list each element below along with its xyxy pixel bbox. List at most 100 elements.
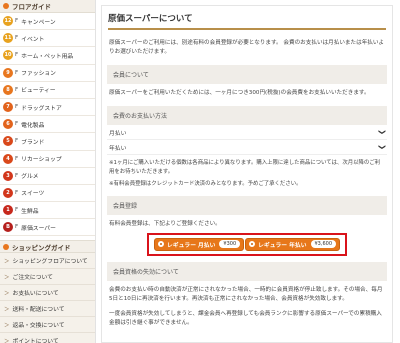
floor-number-badge: 7	[3, 102, 13, 113]
chevron-down-icon: ❯	[378, 144, 387, 150]
floor-item[interactable]: 6 F 電化製品	[0, 116, 95, 134]
membership-text: 原価スーパーをご利用いただくためには、一ヶ月につき300円(税抜)の会員費をお支…	[109, 90, 370, 96]
floor-suffix: F	[15, 35, 19, 42]
lapse-text-2: 一度会員資格が失効してしまうと、課金会員へ再登録しても会員ランクに影響する原価ス…	[109, 310, 382, 326]
chevron-right-icon: ＞	[4, 258, 10, 265]
shopping-guide-label: 送料・配送について	[12, 307, 65, 314]
shopping-guide-item[interactable]: ＞ショッピングフロアについて	[0, 253, 95, 270]
floor-item[interactable]: 11 F イベント	[0, 30, 95, 48]
floor-number-badge: 12	[3, 16, 13, 27]
floor-label: ホーム・ペット用品	[21, 53, 74, 60]
plan-label: レギュラー 年払い	[258, 242, 307, 249]
floor-label: ドラッグストア	[21, 105, 62, 112]
floor-guide-header: フロアガイド	[0, 0, 95, 13]
register-section-header: 会員登録	[107, 195, 387, 215]
credit-card-note: ※有料会員登録はクレジットカード決済のみとなります。予めご了承ください。	[109, 181, 302, 187]
yearly-accordion[interactable]: 年払い ❯	[107, 140, 387, 155]
floor-label: グルメ	[21, 174, 39, 181]
purchase-limit-note: ※1ヶ月にご購入いただける個数は各商品により異なります。購入上限に達した商品につ…	[109, 160, 381, 175]
floor-label: ブランド	[21, 139, 45, 146]
floor-item[interactable]: B F 原価スーパー	[0, 219, 95, 237]
floor-label: リカーショップ	[21, 157, 62, 164]
intro-text: 原価スーパーのご利用には、別途有料の会員登録が必要となります。 会費のお支払いは…	[109, 40, 384, 55]
floor-label: 電化製品	[21, 122, 45, 129]
floor-item[interactable]: 10 F ホーム・ペット用品	[0, 47, 95, 65]
plan-selection-box: レギュラー 月払い ¥300 レギュラー 年払い ¥3,600	[147, 232, 347, 256]
price-badge: ¥300	[219, 240, 241, 248]
floor-number-badge: 11	[3, 33, 13, 44]
floor-suffix: F	[15, 224, 19, 231]
yearly-label: 年払い	[109, 145, 127, 152]
floor-suffix: F	[15, 18, 19, 25]
shopping-guide-label: ご注文について	[12, 275, 53, 282]
floor-number-badge: 2	[3, 187, 13, 198]
shopping-guide-header: ショッピングガイド	[0, 240, 95, 254]
floor-list: 12 F キャンペーン 11 F イベント 10 F ホーム・ペット用品 9 F ファッション 8 F ビュ…	[0, 13, 95, 237]
floor-item[interactable]: 4 F リカーショップ	[0, 150, 95, 168]
sidebar: フロアガイド 12 F キャンペーン 11 F イベント 10 F ホーム・ペット用品 9 F ファッ…	[0, 0, 96, 343]
floor-label: 原価スーパー	[21, 225, 56, 232]
floor-number-badge: 4	[3, 153, 13, 164]
floor-number-badge: B	[3, 222, 13, 233]
shopping-guide-label: 返品・交換について	[12, 323, 65, 330]
bullet-icon	[3, 243, 9, 250]
floor-suffix: F	[15, 189, 19, 196]
payment-section-header: 会費のお支払い方法	[107, 106, 387, 125]
main-content: 原価スーパーについて 原価スーパーのご利用には、別途有料の会員登録が必要となりま…	[101, 5, 393, 343]
monthly-accordion[interactable]: 月払い ❯	[107, 125, 387, 140]
floor-label: スイーツ	[21, 191, 45, 198]
floor-item[interactable]: 12 F キャンペーン	[0, 13, 95, 31]
floor-item[interactable]: 5 F ブランド	[0, 133, 95, 151]
shopping-guide-label: ポイントについて	[12, 339, 59, 343]
yearly-plan-button[interactable]: レギュラー 年払い ¥3,600	[245, 237, 340, 251]
radio-icon	[158, 241, 164, 247]
lapse-text: 会費のお支払い時の自動決済が正常にされなかった場合、一時的に会員資格が停止致しま…	[109, 286, 383, 302]
floor-item[interactable]: 2 F スイーツ	[0, 184, 95, 203]
floor-number-badge: 3	[3, 170, 13, 181]
shopping-guide-label: ショッピングフロアについて	[12, 259, 88, 266]
floor-number-badge: 9	[3, 67, 13, 78]
monthly-label: 月払い	[109, 130, 127, 137]
price-badge: ¥3,600	[310, 240, 336, 248]
radio-icon	[249, 241, 256, 247]
floor-suffix: F	[15, 138, 19, 145]
floor-label: キャンペーン	[21, 19, 56, 26]
chevron-down-icon: ❯	[378, 129, 387, 135]
register-text: 有料会員登録は、下記よりご登録ください。	[109, 220, 221, 227]
floor-suffix: F	[15, 52, 19, 59]
chevron-right-icon: ＞	[4, 290, 10, 297]
bullet-icon	[3, 3, 9, 9]
floor-number-badge: 8	[3, 84, 13, 95]
floor-number-badge: 10	[3, 50, 13, 61]
shopping-guide-item[interactable]: ＞送料・配送について	[0, 301, 95, 318]
floor-suffix: F	[15, 121, 19, 128]
lapse-section-header: 会員資格の失効について	[107, 261, 387, 281]
monthly-plan-button[interactable]: レギュラー 月払い ¥300	[154, 237, 245, 251]
chevron-right-icon: ＞	[4, 306, 10, 313]
shopping-guide-item[interactable]: ＞お支払いについて	[0, 285, 95, 302]
floor-item[interactable]: 8 F ビューティー	[0, 81, 95, 99]
floor-label: イベント	[21, 36, 45, 43]
floor-item[interactable]: 7 F ドラッグストア	[0, 98, 95, 117]
shopping-guide-label: お支払いについて	[12, 291, 59, 298]
floor-number-badge: 5	[3, 136, 13, 147]
page-title: 原価スーパーについて	[108, 12, 386, 30]
shopping-guide-item[interactable]: ＞ご注文について	[0, 269, 95, 286]
floor-label: 生鮮品	[21, 208, 39, 215]
floor-suffix: F	[15, 104, 19, 111]
chevron-right-icon: ＞	[4, 274, 10, 281]
shopping-guide-item[interactable]: ＞返品・交換について	[0, 317, 95, 334]
floor-suffix: F	[15, 207, 19, 214]
membership-section-header: 会員について	[107, 65, 387, 84]
floor-item[interactable]: 3 F グルメ	[0, 167, 95, 185]
floor-item[interactable]: 9 F ファッション	[0, 64, 95, 82]
chevron-right-icon: ＞	[4, 338, 10, 343]
floor-label: ファッション	[21, 71, 56, 78]
floor-suffix: F	[15, 69, 19, 76]
floor-guide-title: フロアガイド	[12, 3, 51, 11]
plan-label: レギュラー 月払い	[167, 242, 216, 249]
floor-suffix: F	[15, 86, 19, 93]
shopping-guide-item[interactable]: ＞ポイントについて	[0, 333, 95, 343]
floor-suffix: F	[15, 172, 19, 179]
floor-item[interactable]: 1 F 生鮮品	[0, 202, 95, 220]
